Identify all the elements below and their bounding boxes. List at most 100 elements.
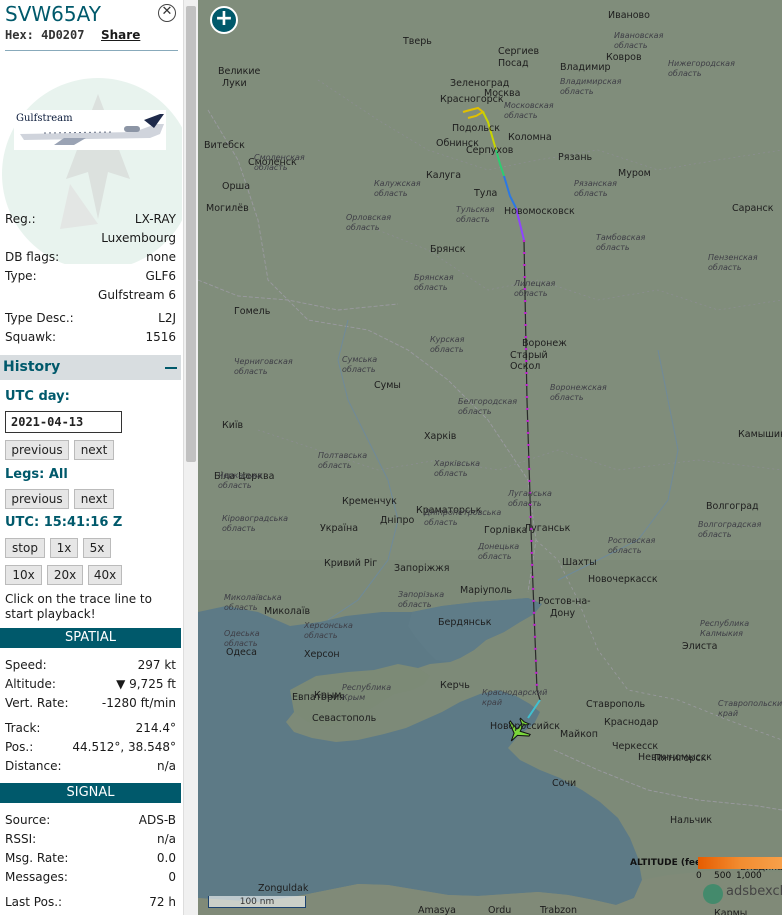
dbflags-value: none — [146, 250, 176, 264]
city-label: Новороссийск — [490, 721, 560, 732]
city-label: Маріуполь — [460, 585, 512, 596]
spatial-header: SPATIAL — [0, 628, 181, 648]
city-label: Сочи — [552, 778, 576, 789]
utc-day-label: UTC day: — [5, 389, 70, 404]
city-label: Воронеж — [522, 338, 567, 349]
rssi-label: RSSI: — [5, 832, 37, 846]
dbflags-row: DB flags: none — [5, 250, 176, 268]
city-label: Подольск — [452, 123, 500, 134]
city-label: Нальчик — [670, 815, 712, 826]
lastpos-label: Last Pos.: — [5, 895, 63, 909]
typedesc-label: Type Desc.: — [5, 311, 74, 325]
city-label: Краснодар — [604, 717, 658, 728]
reg-value: LX-RAY — [134, 212, 176, 226]
day-next-button[interactable]: next — [74, 440, 114, 460]
city-label: Элиста — [682, 641, 717, 652]
history-title: History — [3, 359, 61, 375]
speed-row: Speed: 297 kt — [5, 658, 176, 676]
altitude-value: ▼ 9,725 ft — [116, 677, 176, 691]
map-view[interactable]: Тверь Сергиев Посад Иваново Ковров Великие Лук… — [198, 0, 782, 915]
city-label: Тула — [473, 188, 497, 199]
city-label: Новочеркасск — [588, 574, 658, 585]
type-value: GLF6 — [145, 269, 176, 283]
city-label: Черкесск — [612, 741, 658, 752]
region-label: Курская область — [430, 335, 465, 354]
city-label: Могилёв — [206, 203, 249, 214]
city-label: Рязань — [558, 152, 593, 163]
city-label: Тверь — [402, 36, 432, 47]
adsbexchange-logo-icon — [703, 884, 723, 904]
stop-button[interactable]: stop — [5, 538, 45, 558]
rssi-row: RSSI: n/a — [5, 832, 176, 850]
city-label: Україна — [320, 523, 358, 534]
leg-next-button[interactable]: next — [74, 489, 114, 509]
leg-previous-button[interactable]: previous — [5, 489, 69, 509]
city-label: Херсон — [304, 649, 340, 660]
source-row: Source: ADS-B — [5, 813, 176, 831]
city-label: Крым — [314, 690, 341, 701]
close-icon[interactable]: ✕ — [158, 4, 176, 22]
lastpos-row: Last Pos.: 72 h — [5, 895, 176, 913]
rssi-value: n/a — [156, 832, 176, 846]
callsign-title: SVW65AY — [5, 2, 101, 26]
scale-bar: 100 nm — [208, 896, 306, 908]
collapse-icon[interactable] — [165, 367, 177, 369]
legend-tick: 1,000 — [736, 871, 762, 881]
altitude-legend-bar — [698, 857, 782, 869]
vrate-row: Vert. Rate: -1280 ft/min — [5, 696, 176, 714]
city-label: Ростов-на- — [538, 596, 591, 607]
distance-label: Distance: — [5, 759, 62, 773]
city-label: Запоріжжя — [394, 563, 449, 574]
squawk-value: 1516 — [145, 330, 176, 344]
city-label: Харків — [424, 431, 457, 442]
track-row: Track: 214.4° — [5, 721, 176, 739]
zoom-in-button[interactable]: + — [210, 6, 238, 34]
speed-10x-button[interactable]: 10x — [5, 565, 42, 585]
city-label: Владимир — [560, 62, 611, 73]
city-label: Одеса — [226, 647, 257, 658]
city-label: Zonguldak — [258, 883, 309, 894]
region-label: Сумська область — [342, 355, 377, 374]
speed-1x-button[interactable]: 1x — [50, 538, 78, 558]
msgrate-row: Msg. Rate: 0.0 — [5, 851, 176, 869]
city-label: Ковров — [606, 52, 642, 63]
track-label: Track: — [5, 721, 41, 735]
messages-value: 0 — [168, 870, 176, 884]
scrollbar-thumb[interactable] — [186, 6, 196, 462]
city-label: Дніпро — [380, 515, 415, 526]
messages-row: Messages: 0 — [5, 870, 176, 888]
city-label: Майкоп — [560, 729, 598, 740]
city-label: Саранск — [732, 203, 774, 214]
city-label: Старый — [510, 350, 548, 361]
speed-value: 297 kt — [137, 658, 176, 672]
day-previous-button[interactable]: previous — [5, 440, 69, 460]
speed-20x-button[interactable]: 20x — [47, 565, 83, 585]
aircraft-photo: Gulfstream — [14, 110, 166, 150]
city-label: Луки — [222, 78, 247, 89]
city-label: Серпухов — [466, 145, 514, 156]
messages-label: Messages: — [5, 870, 68, 884]
altitude-label: Altitude: — [5, 677, 56, 691]
city-label: Иваново — [608, 10, 650, 21]
city-label: Сергиев — [498, 46, 540, 57]
city-label: Шахты — [562, 557, 597, 568]
history-header[interactable]: History — [0, 355, 181, 380]
signal-header: SIGNAL — [0, 783, 181, 803]
city-label: Trabzon — [539, 905, 577, 915]
distance-row: Distance: n/a — [5, 759, 176, 777]
city-label: Ставрополь — [586, 699, 646, 710]
city-label: Витебск — [204, 140, 245, 151]
city-label: Посад — [498, 58, 529, 69]
speed-40x-button[interactable]: 40x — [88, 565, 122, 585]
speed-5x-button[interactable]: 5x — [83, 538, 111, 558]
sidebar-scrollbar[interactable] — [183, 0, 198, 915]
playback-hint: Click on the trace line to start playbac… — [5, 592, 152, 621]
msgrate-label: Msg. Rate: — [5, 851, 69, 865]
city-label: Кременчук — [342, 496, 397, 507]
date-input[interactable] — [5, 411, 122, 433]
share-link[interactable]: Share — [101, 28, 140, 42]
map-canvas[interactable]: Тверь СергиевПосад Иваново Ковров ВеликиеЛук… — [198, 0, 782, 915]
country-row: Luxembourg — [5, 231, 176, 249]
city-label: Кармы — [714, 908, 747, 915]
position-label: Pos.: — [5, 740, 34, 754]
